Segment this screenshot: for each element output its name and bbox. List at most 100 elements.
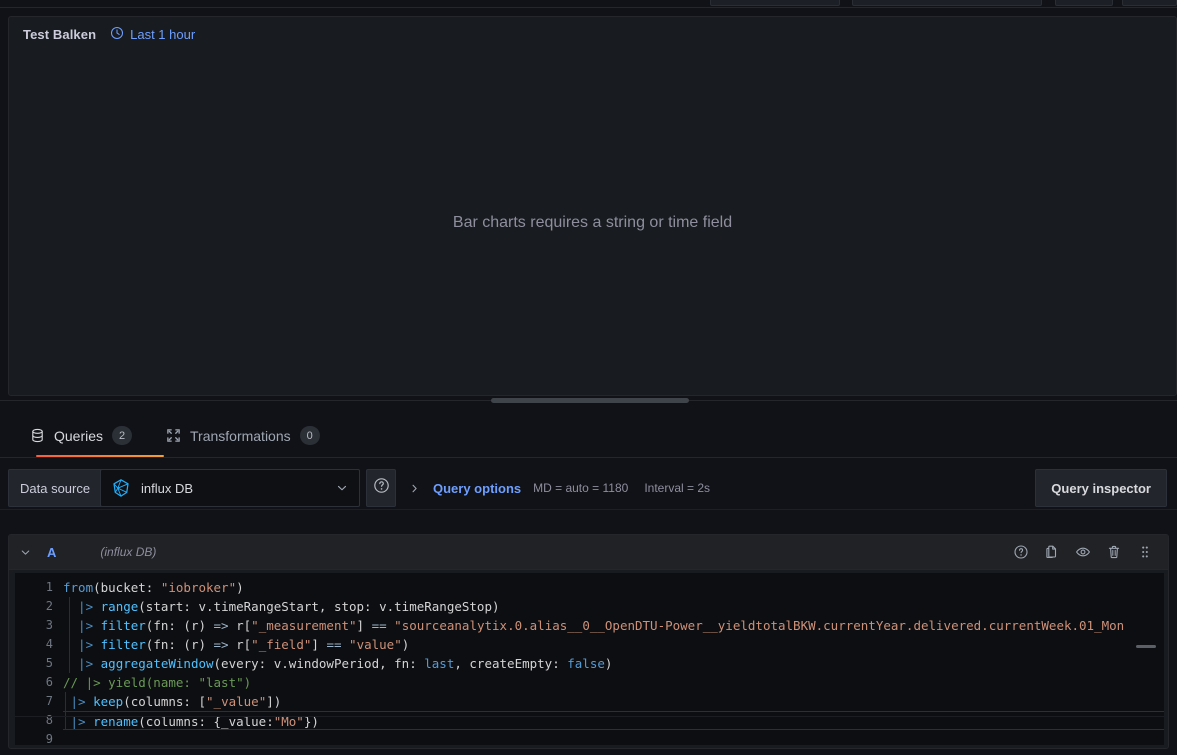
code-token: ): [401, 637, 410, 652]
datasource-selected-value: influx DB: [141, 480, 194, 496]
code-token: last: [424, 656, 455, 671]
code-line[interactable]: |> filter(fn: (r) => r["_measurement"] =…: [63, 616, 1124, 635]
code-line[interactable]: |> keep(columns: ["_value"]): [63, 692, 282, 711]
panel-splitter[interactable]: [0, 398, 1177, 404]
query-options-toggle[interactable]: Query options MD = auto = 1180 Interval …: [408, 469, 710, 507]
clock-icon: [110, 26, 124, 43]
toolbar-chip-2[interactable]: [852, 0, 1042, 6]
code-token: keep: [93, 694, 124, 709]
toolbar-chip-3[interactable]: [1055, 0, 1113, 6]
trash-icon[interactable]: [1101, 539, 1127, 565]
code-token: ==: [371, 618, 387, 633]
toolbar-chip-4[interactable]: [1122, 0, 1177, 6]
line-number: 5: [45, 656, 53, 670]
toolbar-divider: [0, 7, 1177, 8]
tab-transformations-label: Transformations: [190, 427, 291, 444]
help-circle-icon[interactable]: [1008, 539, 1034, 565]
chevron-right-icon: [408, 482, 421, 495]
process-icon: [166, 428, 181, 443]
database-icon: [30, 428, 45, 443]
query-row-header: A (influx DB): [9, 535, 1168, 570]
datasource-label: Data source: [8, 469, 102, 507]
code-token: ]): [266, 694, 282, 709]
datasource-row: Data source influx DB Query options MD =…: [0, 466, 1177, 510]
indent-guide: [65, 711, 66, 730]
code-token: "_measurement": [251, 618, 357, 633]
datasource-help-button[interactable]: [366, 469, 396, 507]
code-token: from: [63, 580, 94, 595]
query-datasource-hint: (influx DB): [100, 545, 157, 559]
code-line[interactable]: |> aggregateWindow(every: v.windowPeriod…: [63, 654, 612, 673]
query-collapse-toggle[interactable]: [9, 535, 41, 569]
panel-error-message: Bar charts requires a string or time fie…: [452, 214, 733, 231]
indent-guide: [69, 654, 70, 673]
toolbar-chip-1[interactable]: [710, 0, 840, 6]
editor-line-numbers: 1 2 3 4 5 6 7 8 9: [15, 573, 63, 745]
code-token: =>: [213, 637, 229, 652]
tab-queries-badge: 2: [112, 426, 133, 445]
code-token: "sourceanalytix.0.alias__0__OpenDTU-Powe…: [386, 618, 1125, 633]
influxdb-logo-icon: [111, 478, 131, 498]
code-line[interactable]: |> rename(columns: {_value:"Mo"}): [63, 711, 1164, 730]
line-number: 8: [45, 713, 53, 727]
code-token: ): [236, 580, 244, 595]
indent-guide: [65, 692, 66, 711]
code-token: r[: [228, 637, 252, 652]
tab-queries[interactable]: Queries 2: [22, 414, 164, 457]
code-token: |>: [63, 694, 94, 709]
code-token: (bucket:: [93, 580, 161, 595]
tab-transformations[interactable]: Transformations 0: [158, 414, 328, 457]
query-ref-id[interactable]: A: [47, 545, 56, 560]
line-number: 9: [45, 732, 53, 745]
line-number: 2: [45, 599, 53, 613]
time-range-picker[interactable]: Last 1 hour: [110, 26, 195, 43]
copy-icon[interactable]: [1039, 539, 1065, 565]
datasource-row-divider: [0, 509, 1177, 510]
query-row: A (influx DB) 1 2 3 4 5 6 7 8 9 from(buc…: [8, 534, 1169, 749]
panel-body: Bar charts requires a string or time fie…: [9, 51, 1176, 395]
chevron-down-icon: [335, 481, 349, 495]
editor-bottom-divider: [15, 716, 1164, 717]
editor-code-area[interactable]: from(bucket: "iobroker") |> range(start:…: [63, 573, 1164, 745]
tab-active-indicator: [36, 455, 164, 457]
indent-guide: [69, 616, 70, 635]
line-number: 1: [45, 580, 53, 594]
code-token: "iobroker": [160, 580, 237, 595]
code-token: =>: [213, 618, 229, 633]
code-line[interactable]: // |> yield(name: "last"): [63, 673, 251, 692]
datasource-picker[interactable]: influx DB: [100, 469, 360, 507]
code-token: ): [604, 656, 613, 671]
query-options-label: Query options: [433, 480, 522, 496]
code-line[interactable]: from(bucket: "iobroker"): [63, 578, 244, 597]
tab-transformations-badge: 0: [299, 426, 320, 445]
splitter-drag-handle[interactable]: [491, 398, 689, 403]
code-line[interactable]: |> filter(fn: (r) => r["_field"] == "val…: [63, 635, 409, 654]
code-token: range: [100, 599, 139, 614]
code-token: filter: [100, 637, 146, 652]
code-token: false: [567, 656, 605, 671]
interval-info: Interval = 2s: [644, 481, 711, 495]
code-token: r[: [228, 618, 252, 633]
editor-horizontal-scrollbar[interactable]: [1136, 645, 1156, 648]
indent-guide: [69, 597, 70, 616]
indent-guide: [69, 635, 70, 654]
code-token: "_field": [251, 637, 312, 652]
flux-query-editor[interactable]: 1 2 3 4 5 6 7 8 9 from(bucket: "iobroker") |> ra…: [15, 573, 1164, 745]
code-token: ]: [311, 637, 327, 652]
code-token: ]: [356, 618, 372, 633]
line-number: 6: [45, 675, 53, 689]
drag-handle-icon[interactable]: [1132, 539, 1158, 565]
max-data-points-info: MD = auto = 1180: [533, 481, 629, 495]
code-token: (start: v.timeRangeStart, stop: v.timeRa…: [138, 599, 500, 614]
help-circle-icon: [373, 477, 390, 499]
code-token: aggregateWindow: [100, 656, 214, 671]
code-token: filter: [100, 618, 146, 633]
eye-icon[interactable]: [1070, 539, 1096, 565]
code-token: (fn: (r): [145, 637, 214, 652]
query-inspector-button[interactable]: Query inspector: [1035, 469, 1167, 507]
panel-editor-app: Test Balken Last 1 hour Bar charts requi…: [0, 0, 1177, 755]
line-number: 4: [45, 637, 53, 651]
editor-tab-bar: Queries 2 Transformations 0: [0, 414, 1177, 458]
code-line[interactable]: |> range(start: v.timeRangeStart, stop: …: [63, 597, 500, 616]
